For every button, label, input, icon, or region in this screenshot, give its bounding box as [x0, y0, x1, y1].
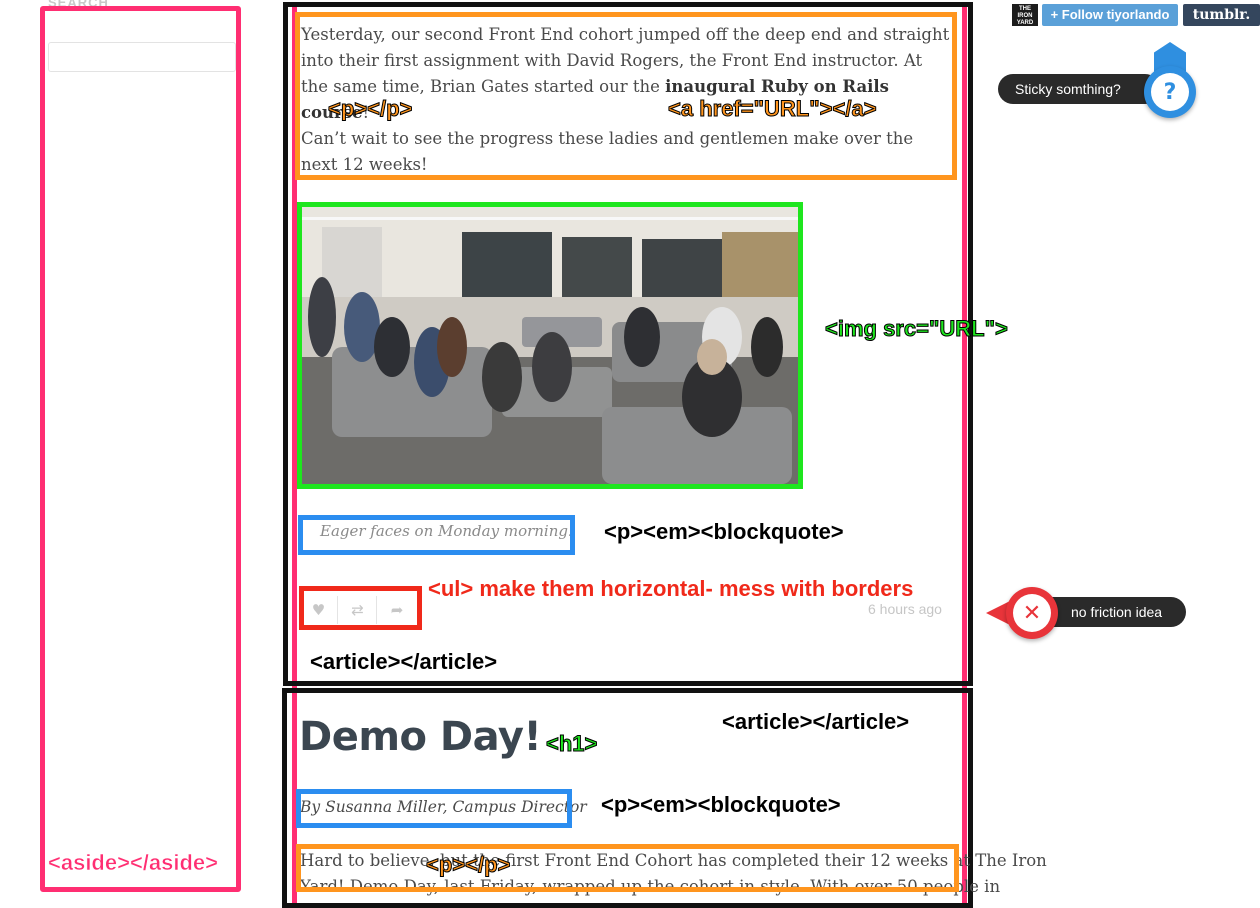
article-1-annotation: <article></article>: [310, 649, 498, 674]
blockquote-outline: [298, 515, 575, 555]
p2-annotation: <p></p>: [425, 852, 511, 878]
tumblr-logo-button[interactable]: tumblr.: [1183, 4, 1260, 26]
aside-outline: [40, 6, 241, 892]
article-image: [297, 202, 803, 489]
h1-annotation: <h1>: [545, 731, 598, 757]
aside-annotation: <aside></aside>: [48, 850, 219, 876]
nofriction-tooltip: no friction idea: [1040, 597, 1186, 627]
follow-button[interactable]: + Follow tiyorlando: [1042, 4, 1178, 26]
lounge-photo: [302, 207, 798, 484]
byline-annotation: <p><em><blockquote>: [601, 792, 841, 817]
img-annotation: <img src="URL">: [825, 316, 1009, 342]
iron-yard-logo[interactable]: THE IRON YARD: [1012, 4, 1038, 26]
post-title[interactable]: Demo Day!: [299, 714, 542, 760]
article-2-annotation: <article></article>: [722, 709, 910, 734]
paragraph-2-outline: [296, 844, 959, 892]
post-timestamp[interactable]: 6 hours ago: [868, 601, 942, 617]
close-icon: ✕: [1013, 594, 1051, 632]
question-icon: ?: [1151, 73, 1189, 111]
ul-outline: [299, 586, 422, 630]
blockquote-annotation: <p><em><blockquote>: [604, 519, 844, 544]
a-annotation: <a href="URL"></a>: [668, 96, 878, 122]
sticky-tooltip: Sticky somthing?: [998, 74, 1160, 104]
help-button[interactable]: ?: [1144, 66, 1196, 118]
close-button[interactable]: ✕: [1006, 587, 1058, 639]
ul-annotation: <ul> make them horizontal- mess with bor…: [428, 576, 914, 601]
p-annotation: <p></p>: [327, 96, 413, 122]
byline-outline: [296, 789, 572, 828]
